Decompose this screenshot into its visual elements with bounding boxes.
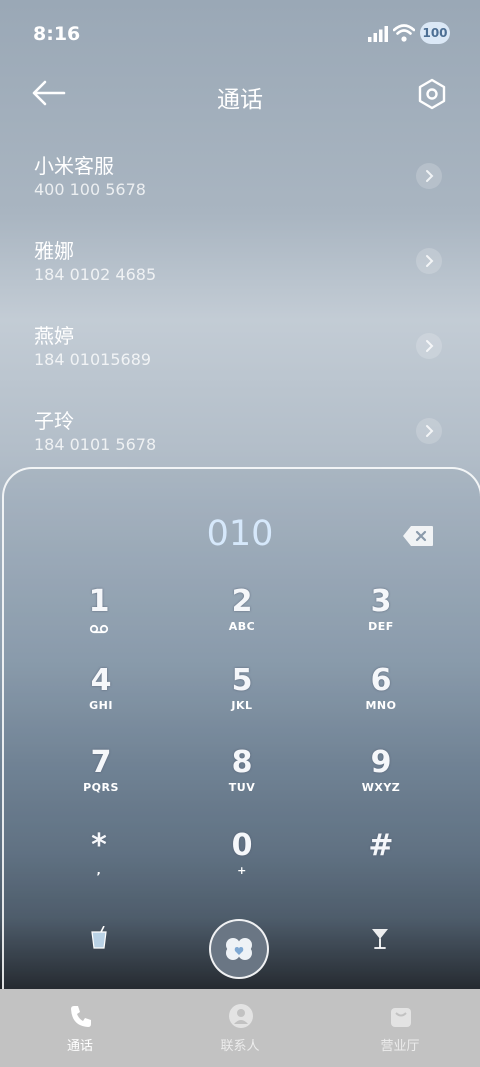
key-digit: # (368, 828, 394, 863)
key-digit: * (91, 828, 107, 863)
wifi-icon (393, 24, 415, 42)
key-digit: 2 (231, 584, 253, 619)
tab-service-hall[interactable]: 营业厅 (320, 989, 480, 1067)
list-item[interactable]: 雅娜 184 0102 4685 (0, 220, 480, 304)
contact-number: 184 01015689 (34, 350, 152, 369)
contact-number: 400 100 5678 (34, 180, 146, 199)
key-3[interactable]: 3 DEF (326, 585, 436, 657)
key-digit: 5 (231, 663, 253, 698)
key-digit: 0 (231, 828, 253, 863)
contact-name: 燕婷 (34, 324, 74, 348)
key-hash[interactable]: # (326, 829, 436, 901)
key-digit: 7 (90, 745, 112, 780)
bottom-tab-bar: 通话 联系人 营业厅 (0, 989, 480, 1067)
key-letters: ABC (228, 620, 256, 633)
list-item[interactable]: 小米客服 400 100 5678 (0, 135, 480, 219)
key-0[interactable]: 0 + (187, 829, 297, 901)
contact-number: 184 0101 5678 (34, 435, 157, 454)
phone-icon (71, 1006, 91, 1027)
key-letters: , (96, 864, 102, 877)
tab-label: 营业厅 (380, 1039, 420, 1054)
key-letters: + (237, 864, 247, 877)
key-digit: 9 (370, 745, 392, 780)
chevron-right-icon[interactable] (416, 248, 442, 274)
bag-icon (391, 1008, 411, 1027)
key-letters: GHI (89, 699, 113, 712)
header: 通话 (0, 66, 480, 122)
flower-heart-icon (226, 938, 252, 960)
tab-calls[interactable]: 通话 (0, 989, 160, 1067)
battery-icon: 100 (420, 22, 450, 44)
key-digit: 3 (370, 584, 392, 619)
list-item[interactable]: 燕婷 184 01015689 (0, 305, 480, 389)
key-7[interactable]: 7 PQRS (46, 746, 156, 818)
key-letters: MNO (365, 699, 397, 712)
call-button[interactable] (209, 919, 269, 979)
person-icon (229, 1004, 253, 1028)
drink-cup-icon[interactable] (89, 926, 109, 950)
signal-icon (368, 26, 388, 42)
key-1[interactable]: 1 (44, 585, 154, 657)
gear-icon[interactable] (415, 77, 449, 111)
key-digit: 4 (90, 663, 112, 698)
key-8[interactable]: 8 TUV (187, 746, 297, 818)
key-letters: JKL (231, 699, 253, 712)
key-letters: PQRS (83, 781, 119, 794)
contact-name: 小米客服 (34, 154, 114, 178)
tab-label: 联系人 (220, 1039, 260, 1054)
key-5[interactable]: 5 JKL (187, 664, 297, 736)
key-6[interactable]: 6 MNO (326, 664, 436, 736)
key-letters: DEF (368, 620, 394, 633)
voicemail-icon (89, 624, 109, 634)
contact-name: 子玲 (34, 409, 74, 433)
status-bar: 8:16 100 (0, 0, 480, 66)
chevron-right-icon[interactable] (416, 163, 442, 189)
chevron-right-icon[interactable] (416, 418, 442, 444)
key-letters: WXYZ (361, 781, 401, 794)
tab-contacts[interactable]: 联系人 (160, 989, 320, 1067)
key-9[interactable]: 9 WXYZ (326, 746, 436, 818)
key-digit: 8 (231, 745, 253, 780)
contact-number: 184 0102 4685 (34, 265, 157, 284)
key-4[interactable]: 4 GHI (46, 664, 156, 736)
key-2[interactable]: 2 ABC (187, 585, 297, 657)
chevron-right-icon[interactable] (416, 333, 442, 359)
cocktail-glass-icon[interactable] (370, 926, 390, 950)
key-letters: TUV (228, 781, 256, 794)
key-digit: 6 (370, 663, 392, 698)
key-star[interactable]: * , (44, 829, 154, 901)
contact-name: 雅娜 (34, 239, 74, 263)
status-time: 8:16 (33, 23, 81, 45)
list-item[interactable]: 子玲 184 0101 5678 (0, 390, 480, 474)
tab-label: 通话 (66, 1039, 93, 1054)
backspace-icon[interactable] (402, 525, 434, 547)
page-title: 通话 (217, 87, 263, 113)
key-digit: 1 (88, 584, 110, 619)
